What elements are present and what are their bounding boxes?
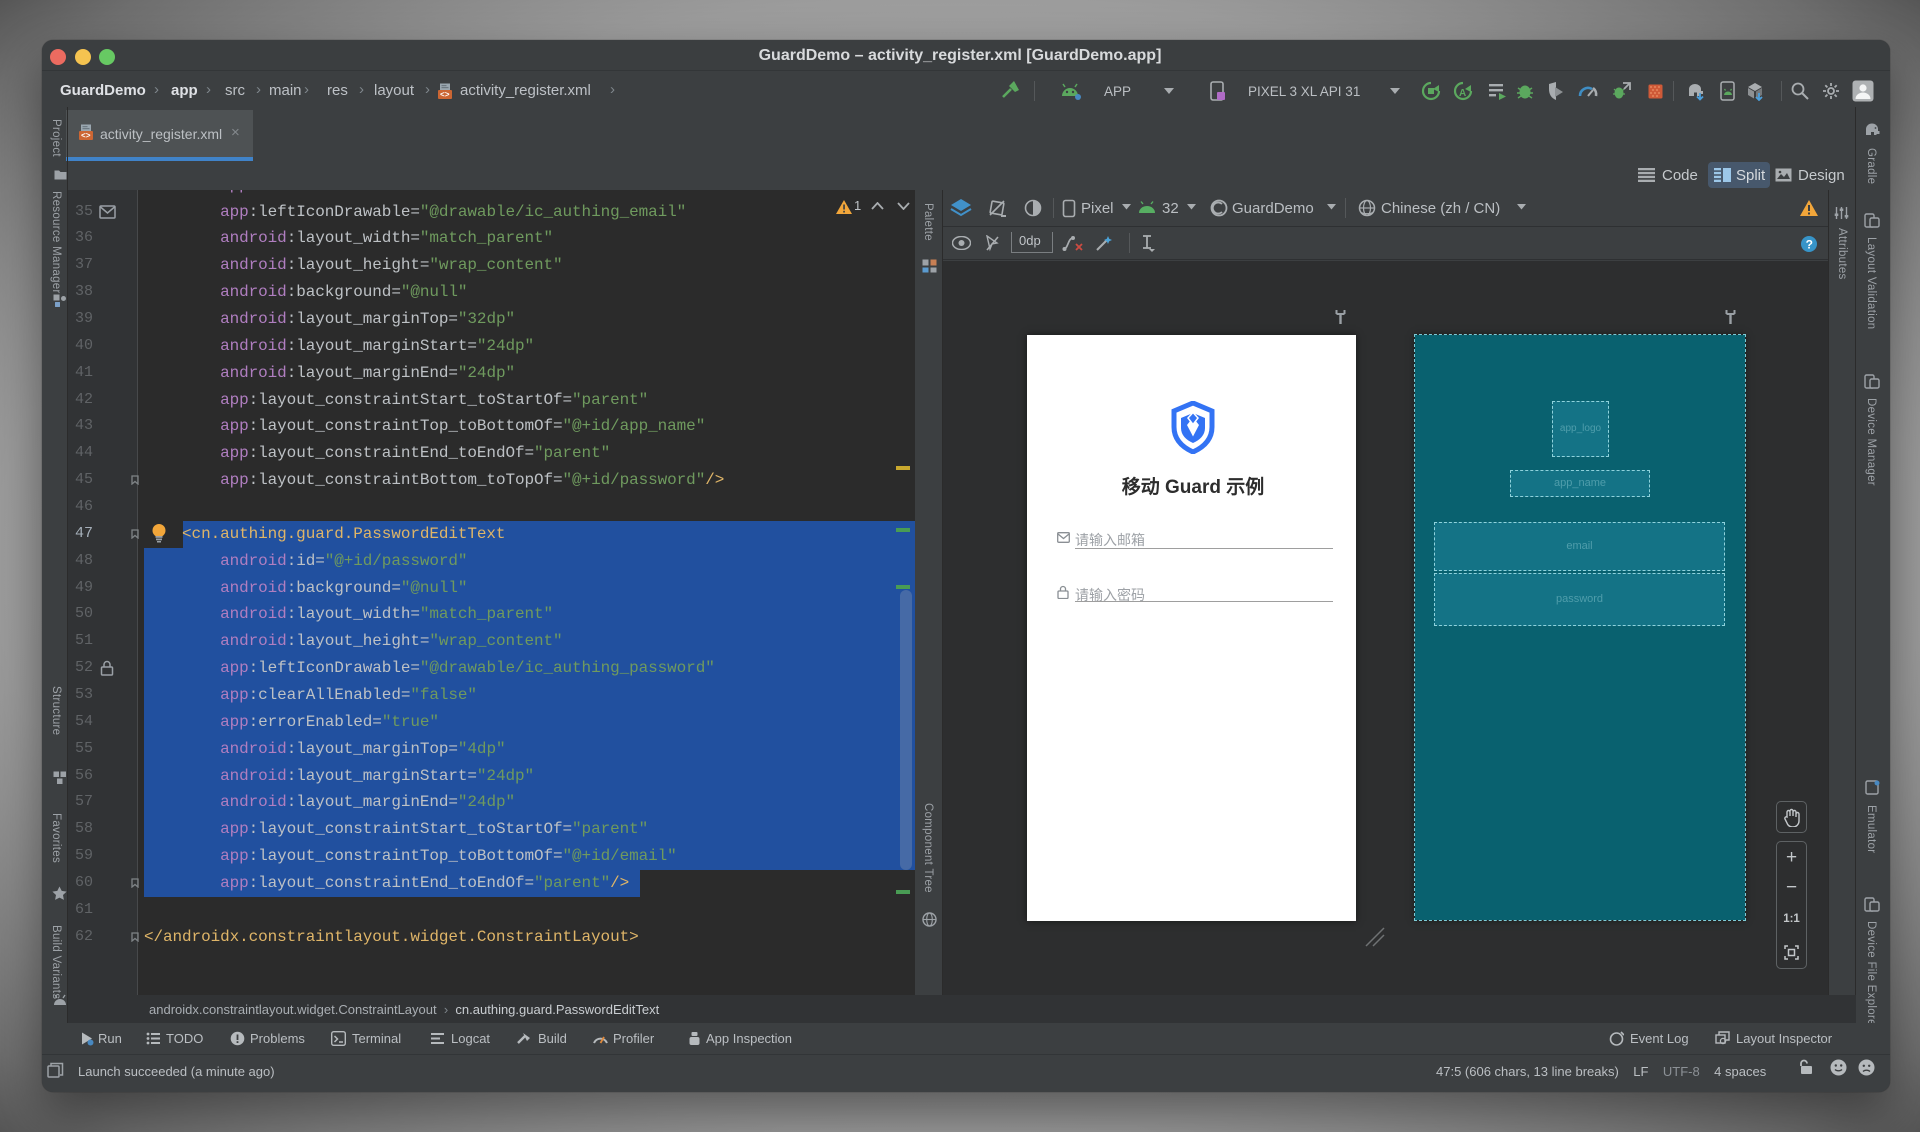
- svg-text:<>: <>: [440, 91, 450, 99]
- svg-text:A: A: [1459, 88, 1466, 99]
- svg-text:?: ?: [1806, 238, 1813, 252]
- svg-text:<>: <>: [81, 132, 91, 140]
